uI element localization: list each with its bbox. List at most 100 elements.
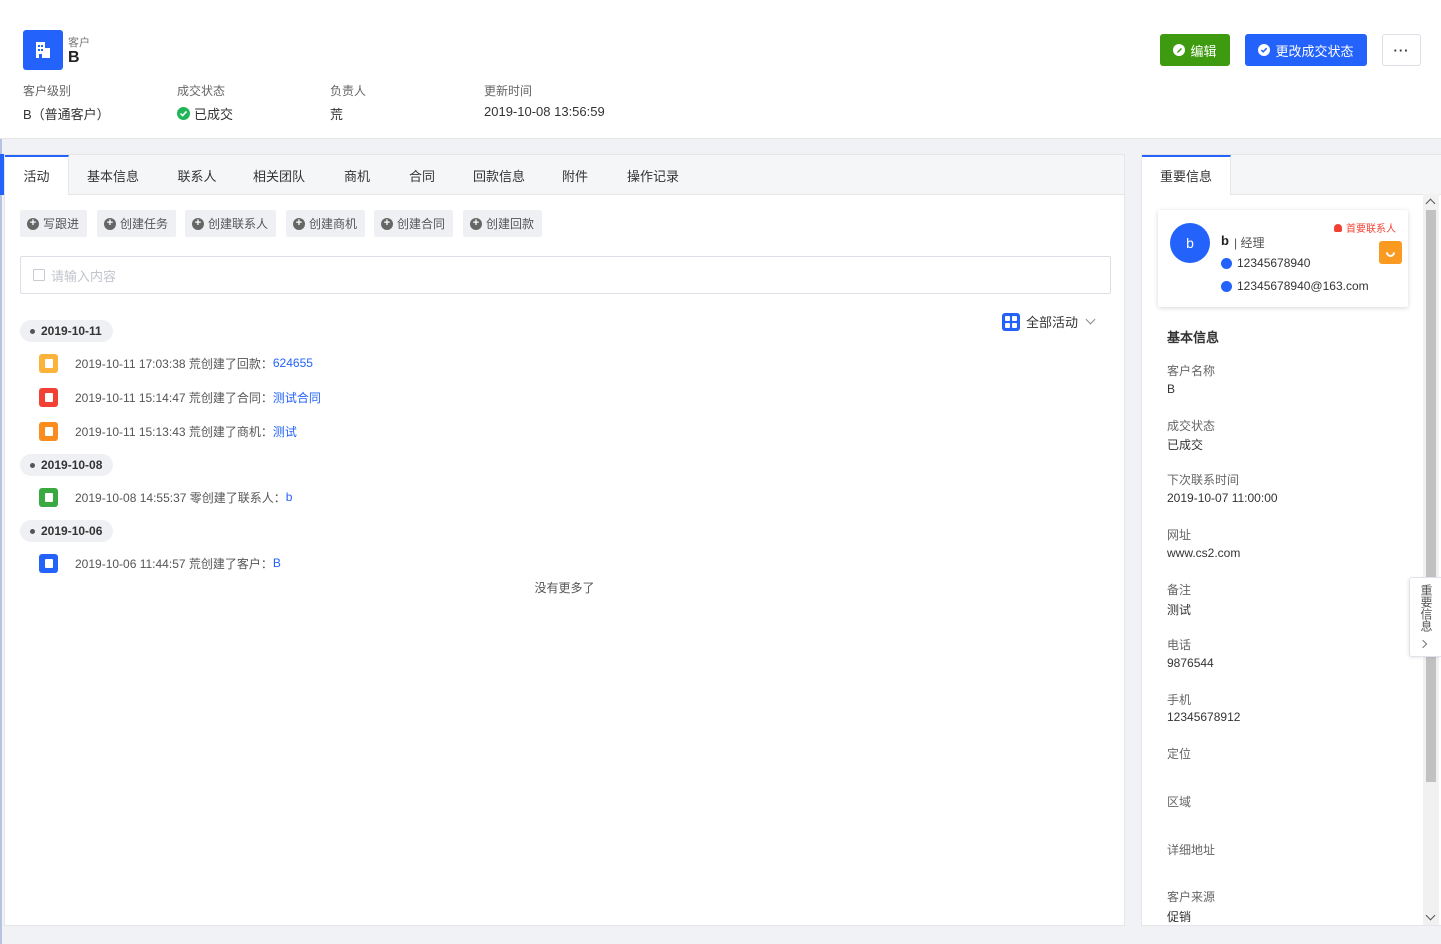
- timeline-log: 2019-10-08 14:55:37 零创建了联系人： b: [39, 487, 292, 507]
- field-label: 手机: [1167, 693, 1192, 707]
- call-button[interactable]: [1379, 241, 1402, 264]
- write-followup-label: 写跟进: [43, 217, 80, 231]
- timeline-log: 2019-10-06 11:44:57 荒创建了客户： B: [39, 553, 281, 573]
- opportunity-icon: [39, 421, 58, 441]
- field-value: 测试: [1167, 603, 1192, 617]
- field-value: 9876544: [1167, 656, 1214, 670]
- scrollbar-thumb[interactable]: [1426, 210, 1436, 782]
- window-left-edge: [0, 0, 2, 944]
- field-value: www.cs2.com: [1167, 546, 1241, 560]
- more-button[interactable]: ···: [1382, 34, 1421, 66]
- edit-button[interactable]: 编辑: [1160, 34, 1230, 66]
- contact-icon: [39, 487, 58, 507]
- log-text: 2019-10-06 11:44:57 荒创建了客户：: [75, 556, 273, 571]
- log-link[interactable]: b: [286, 490, 293, 504]
- create-contract-button[interactable]: + 创建合同: [374, 210, 454, 237]
- meta-deal-status: 成交状态 已成交: [177, 82, 233, 123]
- tab-operation-log[interactable]: 操作记录: [617, 155, 689, 195]
- log-text: 2019-10-11 17:03:38 荒创建了回款：: [75, 356, 273, 371]
- plus-icon: +: [293, 217, 305, 230]
- contact-email-row: 12345678940@163.com: [1221, 279, 1369, 293]
- phone-icon: [1384, 246, 1397, 259]
- timeline-date: 2019-10-06: [20, 520, 114, 542]
- field-label: 详细地址: [1167, 843, 1216, 857]
- section-title: 基本信息: [1167, 330, 1220, 345]
- field-value: 2019-10-07 11:00:00: [1167, 491, 1278, 505]
- field-value: 促销: [1167, 910, 1192, 924]
- tab-basic-info[interactable]: 基本信息: [77, 155, 149, 195]
- create-contract-label: 创建合同: [397, 217, 446, 231]
- log-link[interactable]: 624655: [273, 356, 313, 370]
- primary-contact-tag: 首要联系人: [1334, 220, 1396, 235]
- timeline-date: 2019-10-11: [20, 320, 113, 342]
- field-label: 网址: [1167, 528, 1192, 542]
- edit-icon: [33, 269, 45, 281]
- log-text: 2019-10-11 15:13:43 荒创建了商机：: [75, 424, 273, 439]
- primary-contact-card: b b | 经理 首要联系人 12345678940 12345678940@1…: [1158, 210, 1408, 307]
- chevron-down-icon: [1085, 314, 1096, 325]
- plus-icon: +: [27, 217, 39, 230]
- tab-team[interactable]: 相关团队: [243, 155, 315, 195]
- create-task-button[interactable]: + 创建任务: [97, 210, 177, 237]
- log-link[interactable]: 测试: [273, 423, 297, 440]
- timeline-log: 2019-10-11 15:14:47 荒创建了合同： 测试合同: [39, 387, 321, 407]
- scroll-down-icon[interactable]: [1425, 910, 1436, 921]
- tab-payments[interactable]: 回款信息: [463, 155, 535, 195]
- field-label: 电话: [1167, 638, 1192, 652]
- field-label: 区域: [1167, 795, 1192, 809]
- edit-icon: [1173, 44, 1186, 56]
- field-label: 备注: [1167, 583, 1192, 597]
- field-value: B: [1167, 382, 1176, 396]
- change-deal-status-button[interactable]: 更改成交状态: [1245, 34, 1367, 66]
- create-contact-button[interactable]: + 创建联系人: [185, 210, 277, 237]
- tab-opportunities[interactable]: 商机: [335, 155, 379, 195]
- timeline-date: 2019-10-08: [20, 454, 114, 476]
- plus-icon: +: [192, 217, 204, 230]
- no-more-text: 没有更多了: [534, 581, 595, 595]
- scroll-up-icon[interactable]: [1425, 198, 1436, 209]
- payment-icon: [39, 353, 58, 373]
- log-link[interactable]: 测试合同: [273, 389, 321, 406]
- activity-filter-label: 全部活动: [1026, 315, 1079, 330]
- create-task-label: 创建任务: [120, 217, 169, 231]
- meta-owner: 负责人 荒: [330, 82, 366, 123]
- plus-icon: +: [104, 217, 116, 230]
- customer-building-icon: [23, 30, 63, 70]
- tab-important-info[interactable]: 重要信息: [1142, 155, 1231, 195]
- detail-tabs: 活动 基本信息 联系人 相关团队 商机 合同 回款信息 附件 操作记录: [5, 155, 1124, 195]
- tab-activity[interactable]: 活动: [5, 155, 69, 195]
- contact-mobile-row: 12345678940: [1221, 256, 1310, 270]
- side-scrollbar[interactable]: [1423, 194, 1439, 925]
- create-payment-button[interactable]: + 创建回款: [463, 210, 543, 237]
- followup-input[interactable]: 请输入内容: [20, 256, 1111, 294]
- activity-filter-dropdown[interactable]: 全部活动: [1002, 312, 1096, 331]
- create-contact-label: 创建联系人: [208, 217, 269, 231]
- followup-input-placeholder: 请输入内容: [51, 268, 117, 284]
- create-opportunity-button[interactable]: + 创建商机: [286, 210, 366, 237]
- write-followup-button[interactable]: + 写跟进: [20, 210, 88, 237]
- plus-icon: +: [381, 217, 393, 230]
- log-text: 2019-10-08 14:55:37 零创建了联系人：: [75, 490, 286, 505]
- contact-name[interactable]: b: [1221, 233, 1229, 248]
- edit-button-label: 编辑: [1190, 43, 1217, 59]
- plus-icon: +: [470, 217, 482, 230]
- primary-contact-tag-label: 首要联系人: [1346, 224, 1396, 235]
- timeline-date-text: 2019-10-06: [41, 524, 103, 538]
- contact-email: 12345678940@163.com: [1237, 279, 1369, 293]
- meta-deal-status-row: 已成交: [177, 104, 233, 123]
- meta-updated-value: 2019-10-08 13:56:59: [484, 104, 605, 119]
- check-circle-icon: [1258, 44, 1271, 56]
- create-payment-label: 创建回款: [486, 217, 535, 231]
- customer-icon: [39, 553, 58, 573]
- tab-attachments[interactable]: 附件: [553, 155, 597, 195]
- contact-mobile: 12345678940: [1237, 256, 1311, 270]
- timeline-log: 2019-10-11 15:13:43 荒创建了商机： 测试: [39, 421, 297, 441]
- log-link[interactable]: B: [273, 556, 281, 570]
- side-tabs: 重要信息: [1142, 155, 1441, 195]
- customer-header: 客户 B 客户级别 B（普通客户） 成交状态 已成交 负责人 荒 更新时间 20…: [0, 0, 1441, 139]
- tab-contracts[interactable]: 合同: [400, 155, 444, 195]
- meta-owner-label: 负责人: [330, 84, 367, 98]
- tab-contacts[interactable]: 联系人: [165, 155, 229, 195]
- contact-title: | 经理: [1234, 236, 1265, 250]
- change-deal-status-label: 更改成交状态: [1275, 43, 1354, 59]
